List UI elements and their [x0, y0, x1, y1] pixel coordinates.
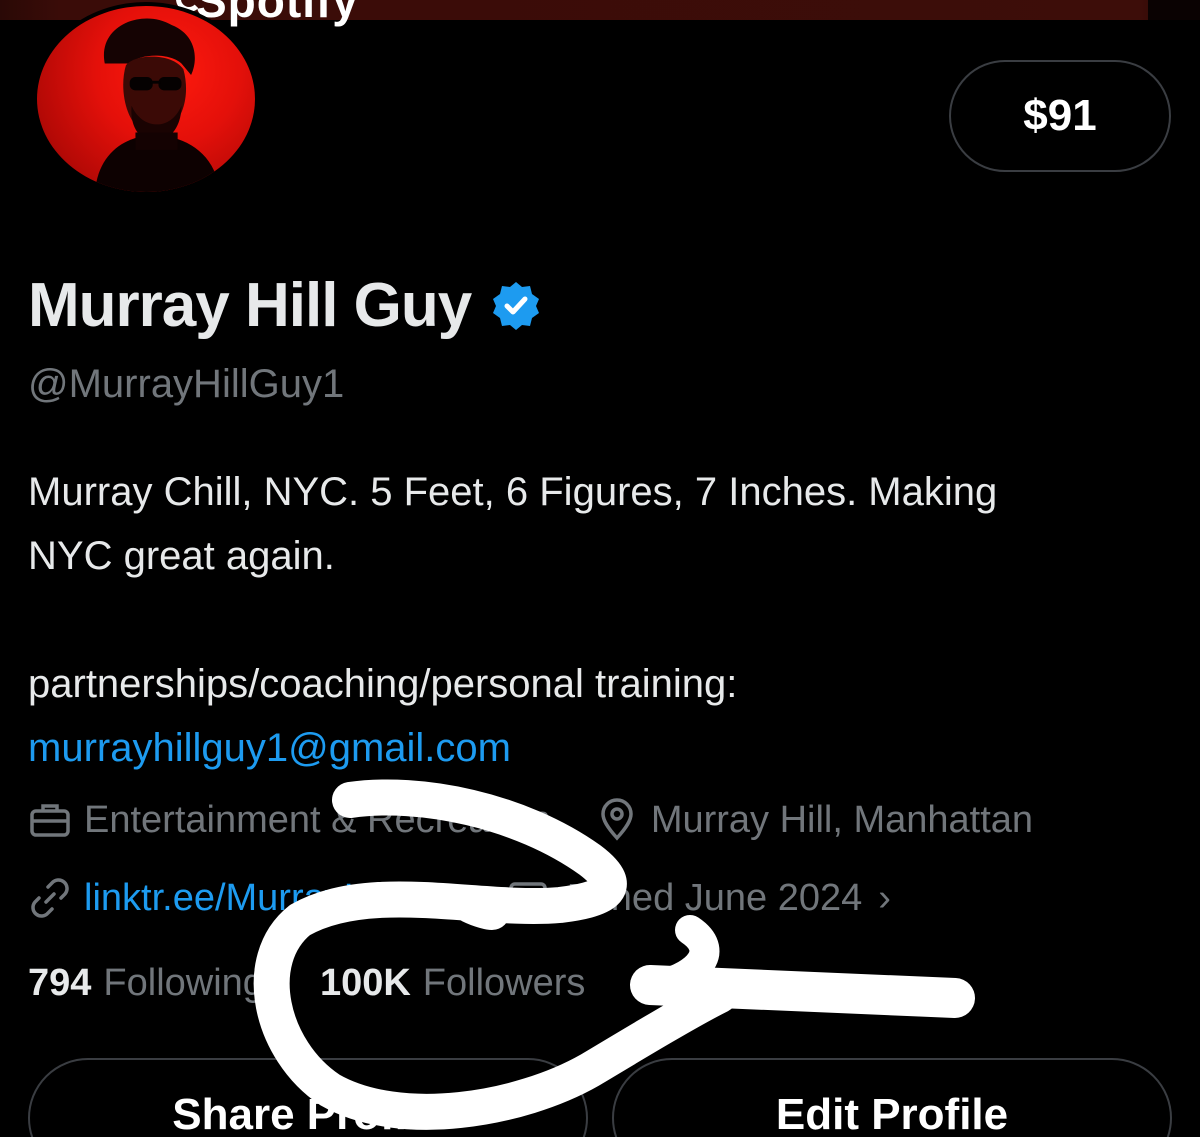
website-link[interactable]: linktr.ee/MurrayHillGuy: [84, 877, 466, 920]
follow-stats: 794 Following 100K Followers: [28, 962, 585, 1005]
edit-profile-button[interactable]: Edit Profile: [612, 1058, 1172, 1137]
following-label: Following: [103, 962, 264, 1004]
profile-bio: Murray Chill, NYC. 5 Feet, 6 Figures, 7 …: [28, 460, 1178, 780]
bio-line-1: Murray Chill, NYC. 5 Feet, 6 Figures, 7 …: [28, 470, 998, 514]
avatar-portrait: [95, 18, 220, 192]
display-name: Murray Hill Guy: [28, 270, 543, 341]
tip-button[interactable]: $91: [949, 60, 1171, 172]
bio-email-link[interactable]: murrayhillguy1@gmail.com: [28, 716, 1178, 780]
calendar-icon: [509, 882, 547, 916]
link-icon: [31, 878, 69, 918]
category-text: Entertainment & Recreation: [84, 798, 551, 841]
profile-website[interactable]: linktr.ee/MurrayHillGuy: [28, 876, 466, 920]
bio-line-2: NYC great again.: [28, 534, 335, 578]
followers-stat[interactable]: 100K Followers: [320, 962, 585, 1005]
chevron-right-icon: ›: [878, 876, 891, 919]
profile-category: Entertainment & Recreation: [28, 798, 551, 842]
location-pin-icon: [601, 798, 633, 841]
location-text: Murray Hill, Manhattan: [650, 798, 1034, 841]
profile-page: Spotify $91 Murray Hill Guy @MurrayHillG…: [0, 0, 1200, 1137]
following-stat[interactable]: 794 Following: [28, 962, 264, 1005]
profile-joined[interactable]: Joined June 2024 ›: [506, 876, 891, 920]
followers-label: Followers: [422, 962, 586, 1004]
bio-partnerships: partnerships/coaching/personal training:: [28, 662, 738, 706]
briefcase-icon: [30, 804, 70, 837]
meta-row-category-location: Entertainment & Recreation Murray Hill, …: [28, 798, 1033, 842]
avatar[interactable]: [33, 2, 259, 196]
share-profile-button[interactable]: Share Profile: [28, 1058, 588, 1137]
profile-location: Murray Hill, Manhattan: [595, 798, 1033, 842]
display-name-text: Murray Hill Guy: [28, 271, 472, 340]
followers-count: 100K: [319, 962, 411, 1004]
following-count: 794: [28, 962, 92, 1004]
meta-row-link-joined: linktr.ee/MurrayHillGuy Joined June 2024…: [28, 876, 891, 920]
joined-text: Joined June 2024: [562, 876, 863, 919]
verified-badge-icon: [493, 281, 540, 330]
profile-handle: @MurrayHillGuy1: [28, 362, 345, 406]
